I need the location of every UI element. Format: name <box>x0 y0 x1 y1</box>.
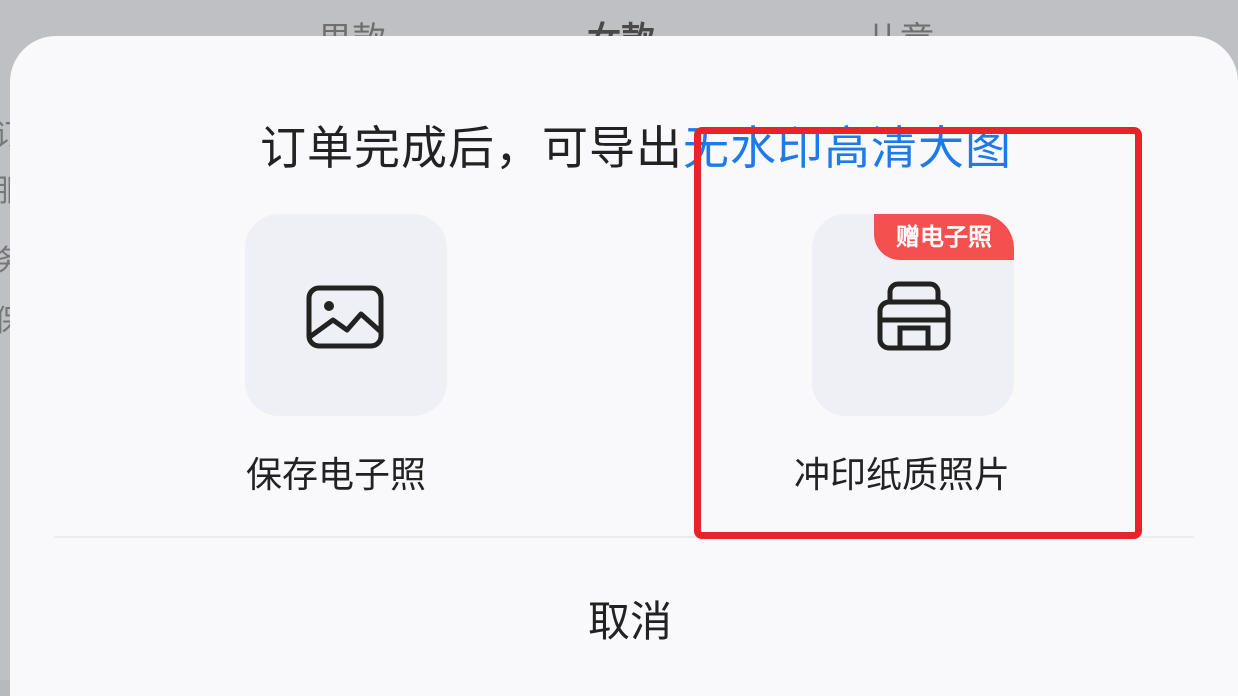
highlight-annotation-box <box>694 127 1142 539</box>
image-icon <box>306 285 384 349</box>
cancel-button[interactable]: 取消 <box>540 588 720 649</box>
headline-prefix: 订单完成后，可导出 <box>260 121 683 175</box>
save-digital-photo-button[interactable] <box>245 214 447 416</box>
save-digital-photo-label[interactable]: 保存电子照 <box>246 446 426 498</box>
